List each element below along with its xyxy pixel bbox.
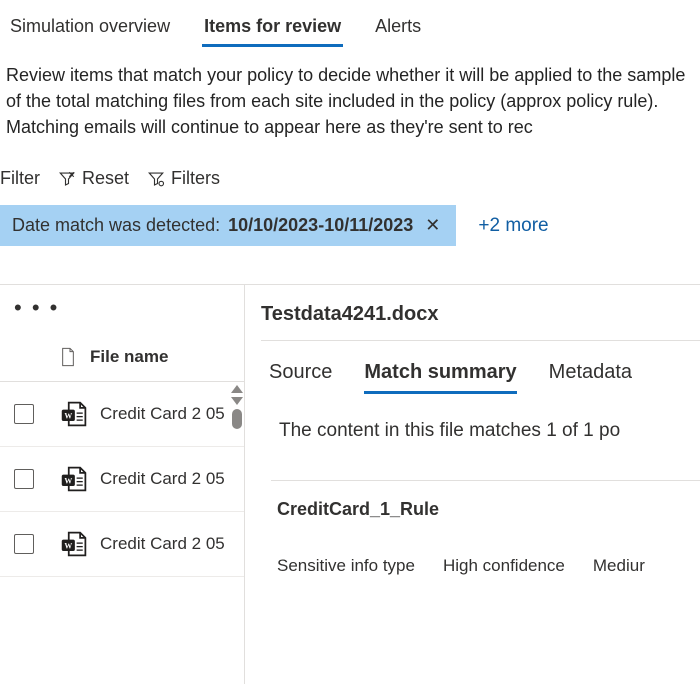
detail-pane: Testdata4241.docx Source Match summary M…	[245, 285, 700, 684]
detail-tabs: Source Match summary Metadata	[261, 341, 700, 394]
reset-button[interactable]: Reset	[58, 168, 129, 189]
scroll-down-icon	[231, 397, 243, 405]
row-checkbox[interactable]	[14, 404, 34, 424]
funnel-reset-icon	[58, 170, 76, 188]
page-description: Review items that match your policy to d…	[0, 48, 700, 140]
tab-metadata[interactable]: Metadata	[549, 361, 632, 394]
rule-section: CreditCard_1_Rule Sensitive info type Hi…	[271, 480, 700, 576]
scrollbar[interactable]	[230, 385, 244, 453]
file-name-header-label: File name	[90, 347, 168, 367]
more-filters-link[interactable]: +2 more	[478, 215, 548, 237]
tab-simulation-overview[interactable]: Simulation overview	[8, 10, 172, 47]
col-sensitive-info-type: Sensitive info type	[277, 556, 415, 576]
file-name-cell: Credit Card 2 05	[100, 469, 225, 489]
table-row[interactable]: W Credit Card 2 05	[0, 512, 244, 577]
tab-alerts[interactable]: Alerts	[373, 10, 423, 47]
row-checkbox[interactable]	[14, 469, 34, 489]
table-row[interactable]: W Credit Card 2 05	[0, 382, 244, 447]
file-icon	[60, 347, 76, 367]
file-name-cell: Credit Card 2 05	[100, 404, 225, 424]
word-doc-icon: W	[60, 530, 88, 558]
table-row[interactable]: W Credit Card 2 05	[0, 447, 244, 512]
active-filters-row: Date match was detected: 10/10/2023-10/1…	[0, 205, 700, 246]
filter-label: Filter	[0, 168, 40, 189]
tab-items-for-review[interactable]: Items for review	[202, 10, 343, 47]
word-doc-icon: W	[60, 465, 88, 493]
tab-source[interactable]: Source	[269, 361, 332, 394]
row-checkbox[interactable]	[14, 534, 34, 554]
funnel-settings-icon	[147, 170, 165, 188]
date-filter-value: 10/10/2023-10/11/2023	[228, 215, 413, 236]
svg-text:W: W	[64, 412, 72, 421]
svg-text:W: W	[64, 477, 72, 486]
filter-toolbar: Filter Reset Filters	[0, 140, 700, 205]
date-filter-pill[interactable]: Date match was detected: 10/10/2023-10/1…	[0, 205, 456, 246]
word-doc-icon: W	[60, 400, 88, 428]
match-summary-text: The content in this file matches 1 of 1 …	[261, 394, 700, 442]
file-name-cell: Credit Card 2 05	[100, 534, 225, 554]
col-medium-confidence: Mediur	[593, 556, 645, 576]
close-icon[interactable]: ✕	[421, 215, 444, 236]
content-split: • • • File name W Credit Card 2 05 W Cre…	[0, 284, 700, 684]
scroll-up-icon	[231, 385, 243, 393]
more-actions-button[interactable]: • • •	[0, 285, 244, 325]
filters-label: Filters	[171, 168, 220, 189]
sensitive-info-header-row: Sensitive info type High confidence Medi…	[271, 520, 700, 576]
reset-label: Reset	[82, 168, 129, 189]
date-filter-label: Date match was detected:	[12, 215, 220, 236]
file-name-column-header[interactable]: File name	[0, 325, 244, 382]
tab-match-summary[interactable]: Match summary	[364, 361, 516, 394]
filters-button[interactable]: Filters	[147, 168, 220, 189]
file-list-pane: • • • File name W Credit Card 2 05 W Cre…	[0, 285, 245, 684]
top-tabs: Simulation overview Items for review Ale…	[0, 0, 700, 48]
scroll-thumb	[232, 409, 242, 429]
document-title: Testdata4241.docx	[261, 303, 700, 341]
rule-name: CreditCard_1_Rule	[271, 499, 700, 520]
svg-text:W: W	[64, 542, 72, 551]
col-high-confidence: High confidence	[443, 556, 565, 576]
filter-button[interactable]: Filter	[0, 168, 40, 189]
